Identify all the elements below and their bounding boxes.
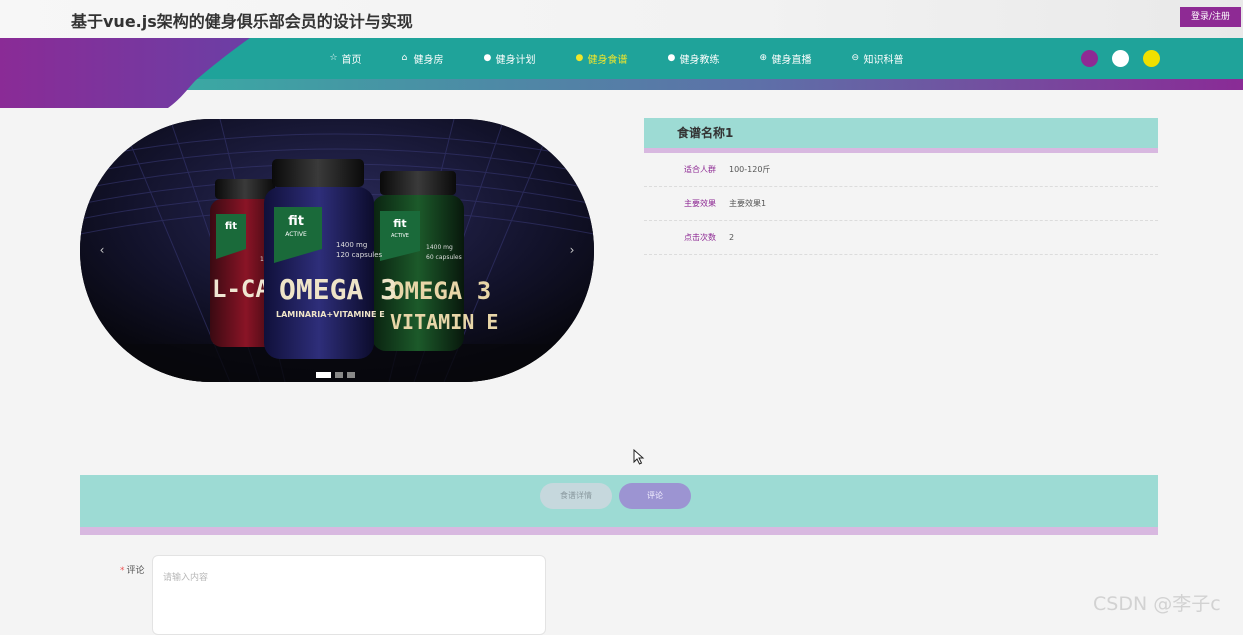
jar-center-brand: fit [288,214,304,229]
plus-circle-icon: ⊕ [759,53,768,63]
comment-label: * 评论 [120,563,145,576]
image-carousel[interactable]: fit 180 L-CARNI fit ACTIVE 1400 mg 60 ca… [80,119,594,382]
info-circle-icon: ● [667,53,676,63]
tab-recipe-detail[interactable]: 食谱详情 [540,483,612,509]
jar-center-sub: LAMINARIA+VITAMINE E [276,310,385,319]
nav-item-label: 健身食谱 [587,54,628,66]
minus-circle-icon: ⊖ [851,53,860,63]
nav-band: ☆ 首页 ⌂ 健身房 ● 健身计划 ● 健身食谱 ● 健身教练 ⊕ 健身直播 ⊖… [0,38,1243,108]
detail-row: 适合人群 100-120斤 [644,153,1158,187]
chevron-right-icon[interactable]: › [562,236,582,264]
recipe-detail-panel: 食谱名称1 适合人群 100-120斤 主要效果 主要效果1 点击次数 2 [644,118,1158,255]
nav-item-recipe[interactable]: ● 健身食谱 [576,51,628,66]
nav-list: ☆ 首页 ⌂ 健身房 ● 健身计划 ● 健身食谱 ● 健身教练 ⊕ 健身直播 ⊖… [310,51,924,66]
star-icon: ☆ [329,53,338,63]
jar-center-brand-sub: ACTIVE [285,231,307,238]
detail-value: 主要效果1 [729,199,767,208]
detail-value: 100-120斤 [729,165,771,174]
site-title: 基于vue.js架构的健身俱乐部会员的设计与实现 [71,12,413,31]
nav-item-gym[interactable]: ⌂ 健身房 [402,51,444,66]
detail-label: 点击次数 [684,233,716,242]
info-circle-icon: ● [575,53,584,63]
recipe-title: 食谱名称1 [644,118,1158,153]
theme-dot-purple[interactable] [1081,50,1098,67]
csdn-watermark: CSDN @李子c [1093,593,1221,615]
jar-right-count: 60 capsules [426,254,462,261]
theme-dot-yellow[interactable] [1143,50,1160,67]
carousel-indicator[interactable] [335,372,343,378]
jar-right-product: OMEGA 3 [390,277,491,305]
detail-label: 适合人群 [684,165,716,174]
comment-label-text: 评论 [126,566,145,576]
jar-center-product: OMEGA 3 [279,273,397,306]
nav-item-home[interactable]: ☆ 首页 [330,51,362,66]
chevron-left-icon[interactable]: ‹ [92,236,112,264]
detail-tabs: 食谱详情 评论 [80,475,1158,535]
nav-item-plan[interactable]: ● 健身计划 [484,51,536,66]
nav-item-live[interactable]: ⊕ 健身直播 [760,51,812,66]
jar-center-dose: 1400 mg [336,241,367,249]
top-header: 基于vue.js架构的健身俱乐部会员的设计与实现 登录/注册 [0,0,1243,38]
nav-item-label: 健身直播 [771,54,812,66]
comment-textarea[interactable] [152,555,546,635]
mouse-cursor-icon [633,449,645,465]
jar-right-dose: 1400 mg [426,244,453,251]
detail-value: 2 [729,233,735,242]
detail-row: 点击次数 2 [644,221,1158,255]
main-nav: ☆ 首页 ⌂ 健身房 ● 健身计划 ● 健身食谱 ● 健身教练 ⊕ 健身直播 ⊖… [0,38,1243,78]
required-mark: * [120,566,125,576]
nav-item-label: 健身房 [413,54,444,66]
jar-right-sub: VITAMIN E [390,310,498,334]
nav-item-label: 知识科普 [863,54,904,66]
theme-dot-white[interactable] [1112,50,1129,67]
detail-label: 主要效果 [684,199,716,208]
carousel-indicator[interactable] [316,372,331,378]
product-slide-image: fit 180 L-CARNI fit ACTIVE 1400 mg 60 ca… [80,119,594,382]
jar-left-brand: fit [225,221,237,232]
info-circle-icon: ● [483,53,492,63]
nav-item-knowledge[interactable]: ⊖ 知识科普 [852,51,904,66]
nav-item-label: 首页 [341,54,362,66]
jar-center-count: 120 capsules [336,251,383,259]
login-register-button[interactable]: 登录/注册 [1180,7,1241,27]
nav-item-coach[interactable]: ● 健身教练 [668,51,720,66]
jar-right-brand: fit [393,217,406,230]
home-icon: ⌂ [401,53,408,63]
carousel-indicators [316,372,355,378]
carousel-indicator[interactable] [347,372,355,378]
tab-comments[interactable]: 评论 [619,483,691,509]
detail-row: 主要效果 主要效果1 [644,187,1158,221]
jar-right-brand-sub: ACTIVE [391,233,409,239]
nav-item-label: 健身教练 [679,54,720,66]
nav-item-label: 健身计划 [495,54,536,66]
